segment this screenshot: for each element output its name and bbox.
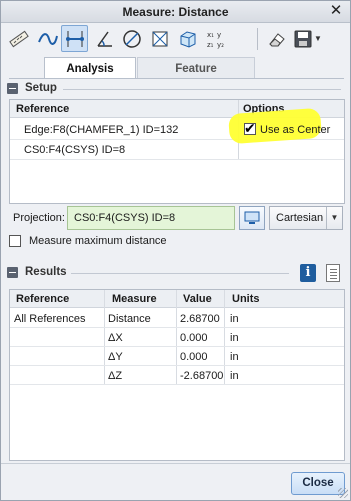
reference-cell: Edge:F8(CHAMFER_1) ID=132 — [24, 124, 179, 136]
collapse-icon[interactable] — [7, 83, 18, 94]
results-table: Reference Measure Value Units All Refere… — [9, 289, 345, 461]
curve-distance-icon[interactable] — [34, 25, 61, 52]
units-cell: in — [230, 332, 239, 344]
svg-text:y: y — [217, 31, 221, 39]
table-row[interactable]: ΔZ -2.68700 in — [10, 366, 344, 385]
column-measure: Measure — [112, 293, 157, 305]
measure-cell: Distance — [108, 313, 151, 325]
transform-icon[interactable]: x₁ y z₁ y₂ — [202, 25, 229, 52]
column-reference: Reference — [16, 103, 70, 115]
volume-icon[interactable] — [174, 25, 201, 52]
column-value: Value — [183, 293, 212, 305]
svg-text:z₁: z₁ — [207, 41, 214, 49]
use-as-center-checkbox[interactable] — [244, 120, 256, 137]
results-label: Results — [25, 266, 67, 278]
tab-feature[interactable]: Feature — [137, 57, 255, 79]
value-cell: 2.68700 — [180, 313, 220, 325]
table-row[interactable]: ΔX 0.000 in — [10, 328, 344, 347]
resize-grip[interactable] — [338, 488, 348, 498]
max-distance-checkbox[interactable] — [9, 235, 21, 247]
value-cell: 0.000 — [180, 351, 208, 363]
area-icon[interactable] — [146, 25, 173, 52]
footer-divider — [1, 463, 350, 464]
eraser-icon[interactable] — [263, 25, 290, 52]
table-header: Reference Measure Value Units — [10, 290, 344, 308]
svg-text:x₁: x₁ — [207, 31, 214, 39]
table-row[interactable]: CS0:F4(CSYS) ID=8 — [10, 140, 344, 160]
section-rule — [63, 89, 341, 90]
use-as-center-label: Use as Center — [260, 124, 331, 136]
projection-field[interactable]: CS0:F4(CSYS) ID=8 — [67, 206, 235, 230]
setup-section-header[interactable]: Setup — [5, 81, 345, 97]
collapse-icon[interactable] — [7, 267, 18, 278]
measure-cell: ΔZ — [108, 370, 123, 382]
measure-cell: ΔY — [108, 351, 123, 363]
value-cell: -2.68700 — [180, 370, 224, 382]
distance-icon[interactable] — [61, 25, 88, 52]
units-cell: in — [230, 313, 239, 325]
max-distance-label: Measure maximum distance — [29, 235, 167, 247]
measure-cell: ΔX — [108, 332, 123, 344]
measure-dialog: Measure: Distance ✕ x₁ y z₁ y₂ ▼ Analysi… — [0, 0, 351, 501]
column-reference: Reference — [16, 293, 70, 305]
table-row[interactable]: All References Distance 2.68700 in — [10, 309, 344, 328]
info-icon[interactable]: i — [300, 264, 316, 282]
coordinate-system-value: Cartesian — [276, 212, 324, 224]
length-icon[interactable] — [5, 25, 32, 52]
svg-text:y₂: y₂ — [217, 41, 224, 49]
table-row[interactable]: ΔY 0.000 in — [10, 347, 344, 366]
toolbar-separator — [257, 28, 258, 50]
monitor-icon — [244, 211, 260, 224]
column-units: Units — [232, 293, 260, 305]
save-icon[interactable] — [289, 25, 316, 52]
document-icon[interactable] — [326, 264, 340, 282]
save-dropdown-icon[interactable]: ▼ — [314, 34, 322, 43]
setup-label: Setup — [25, 82, 57, 94]
value-cell: 0.000 — [180, 332, 208, 344]
diameter-icon[interactable] — [118, 25, 145, 52]
section-rule — [71, 273, 289, 274]
units-cell: in — [230, 351, 239, 363]
chevron-down-icon[interactable]: ▼ — [326, 207, 342, 229]
tab-bar: Analysis Feature — [9, 57, 344, 79]
close-icon[interactable]: ✕ — [328, 3, 344, 19]
reference-cell: All References — [14, 313, 86, 325]
tab-divider — [9, 78, 344, 79]
title-bar[interactable]: Measure: Distance ✕ — [1, 1, 350, 23]
close-button[interactable]: Close — [291, 472, 345, 495]
reference-cell: CS0:F4(CSYS) ID=8 — [24, 144, 126, 156]
results-section-header[interactable]: Results — [5, 265, 345, 281]
projection-label: Projection: — [13, 212, 65, 224]
angle-icon[interactable] — [91, 25, 118, 52]
coordinate-system-select[interactable]: Cartesian ▼ — [269, 206, 343, 230]
tab-analysis[interactable]: Analysis — [44, 57, 136, 79]
projection-select-button[interactable] — [239, 206, 265, 230]
measure-toolbar: x₁ y z₁ y₂ ▼ — [5, 25, 348, 55]
window-title: Measure: Distance — [122, 5, 229, 19]
units-cell: in — [230, 370, 239, 382]
